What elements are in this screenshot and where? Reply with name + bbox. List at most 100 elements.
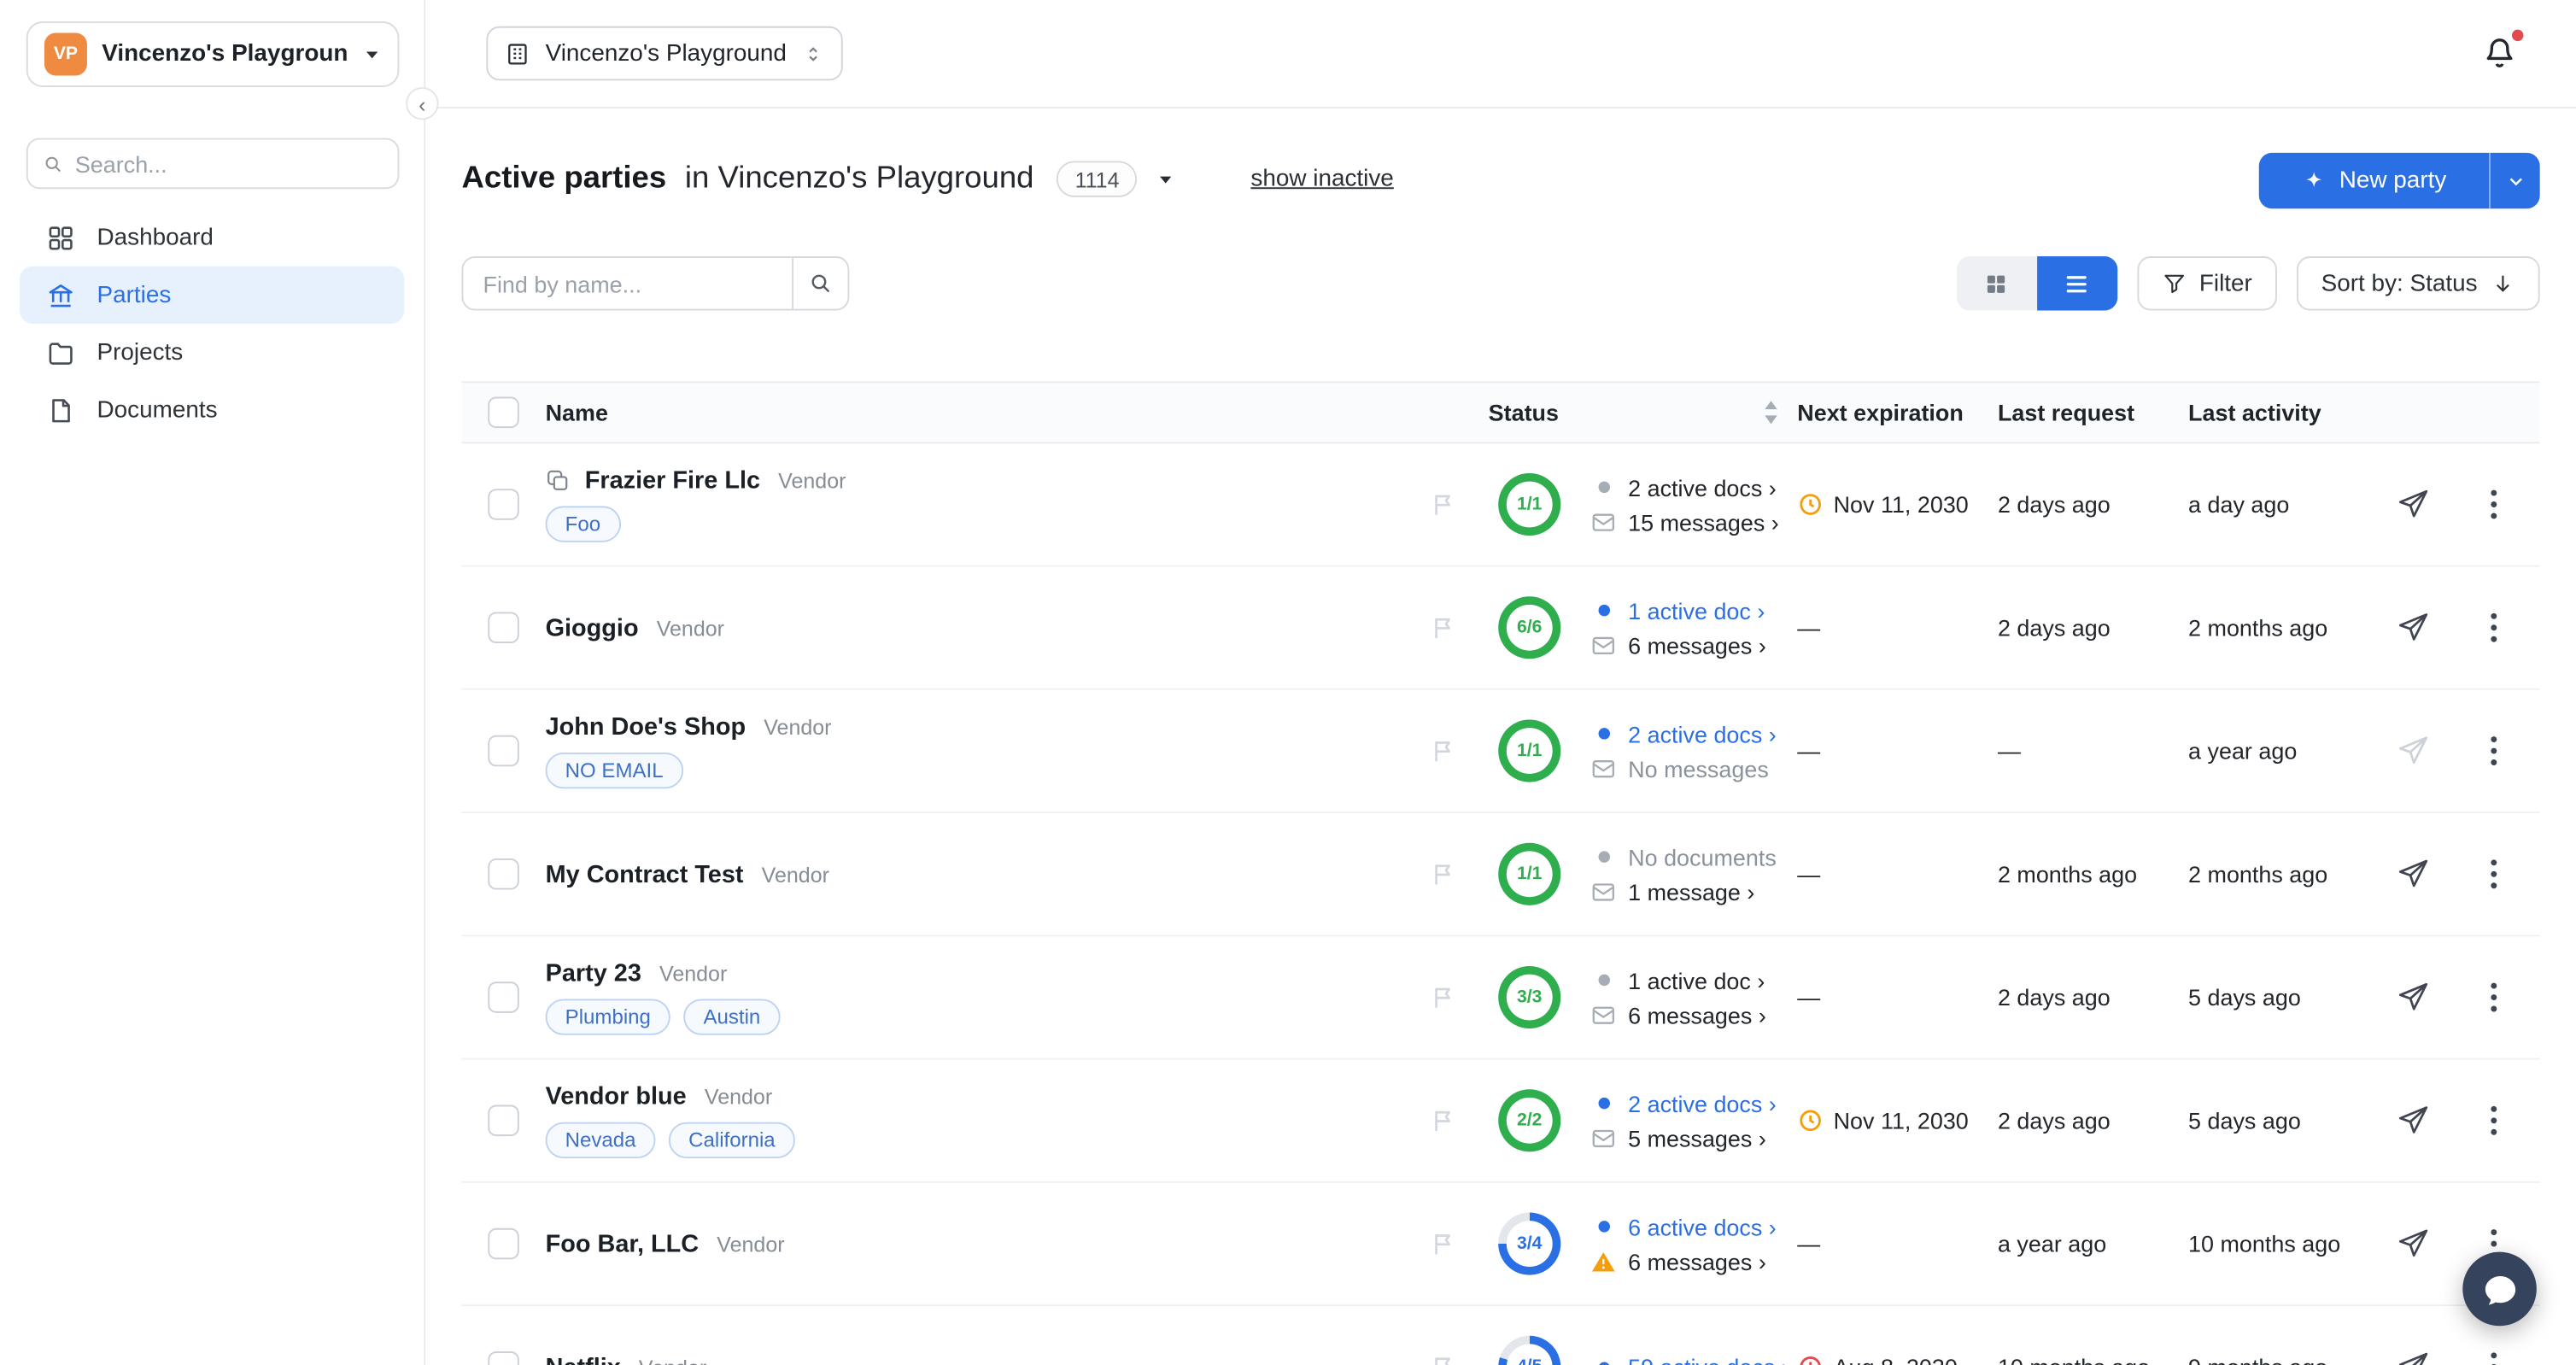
row-checkbox[interactable]: [488, 981, 519, 1013]
table-row[interactable]: John Doe's Shop Vendor NO EMAIL 1/1 2 ac…: [461, 689, 2540, 814]
sidebar-item-documents[interactable]: Documents: [20, 381, 404, 438]
flag-button[interactable]: [1429, 1353, 1457, 1365]
table-row[interactable]: Vendor blue Vendor Nevada California 2/2 …: [461, 1059, 2540, 1183]
active-docs-link[interactable]: No documents: [1590, 844, 1777, 870]
active-docs-link[interactable]: 2 active docs ›: [1590, 474, 1779, 501]
messages-link[interactable]: 15 messages ›: [1590, 508, 1779, 535]
party-name[interactable]: Vendor blue: [546, 1083, 687, 1111]
message-icon-wrap: [1590, 1001, 1617, 1028]
flag-button[interactable]: [1429, 490, 1457, 518]
filter-button[interactable]: Filter: [2136, 256, 2277, 311]
flag-button[interactable]: [1429, 737, 1457, 765]
send-button[interactable]: [2397, 612, 2429, 644]
party-name[interactable]: Frazier Fire Llc: [585, 466, 760, 495]
title-dropdown-caret[interactable]: [1157, 170, 1175, 188]
row-checkbox[interactable]: [488, 489, 519, 520]
row-menu-button[interactable]: [2482, 736, 2505, 766]
flag-button[interactable]: [1429, 1106, 1457, 1134]
table-row[interactable]: Frazier Fire Llc Vendor Foo 1/1 2 active…: [461, 443, 2540, 567]
row-menu-button[interactable]: [2482, 1105, 2505, 1135]
send-button[interactable]: [2397, 1104, 2429, 1137]
active-docs-link[interactable]: 2 active docs ›: [1590, 1090, 1777, 1116]
active-docs-label: 1 active doc ›: [1628, 597, 1765, 624]
select-all-checkbox[interactable]: [488, 396, 519, 429]
new-party-dropdown-button[interactable]: [2491, 153, 2540, 208]
next-expiration-cell: —: [1797, 738, 1820, 765]
send-button[interactable]: [2397, 981, 2429, 1013]
messages-link[interactable]: 6 messages ›: [1590, 1248, 1777, 1274]
find-search-button[interactable]: [792, 256, 850, 311]
status-sort-button[interactable]: [1763, 400, 1779, 425]
send-button[interactable]: [2397, 1227, 2429, 1260]
party-name[interactable]: My Contract Test: [546, 860, 744, 888]
sidebar-item-parties[interactable]: Parties: [20, 266, 405, 324]
party-tag: Nevada: [545, 1122, 656, 1159]
row-checkbox[interactable]: [488, 1351, 519, 1365]
active-docs-link[interactable]: 6 active docs ›: [1590, 1213, 1777, 1239]
grid-view-button[interactable]: [1956, 256, 2037, 311]
messages-link[interactable]: 6 messages ›: [1590, 632, 1766, 658]
sort-button[interactable]: Sort by: Status: [2296, 256, 2540, 311]
send-button[interactable]: [2397, 858, 2429, 890]
send-button[interactable]: [2397, 488, 2429, 520]
search-icon: [811, 274, 830, 293]
row-checkbox[interactable]: [488, 858, 519, 890]
send-button[interactable]: [2397, 735, 2429, 767]
page-title-context: in Vincenzo's Playground: [684, 161, 1034, 196]
messages-link[interactable]: 6 messages ›: [1590, 1001, 1766, 1028]
row-menu-button[interactable]: [2482, 612, 2505, 642]
notifications-bell-button[interactable]: [2480, 29, 2524, 73]
table-row[interactable]: My Contract Test Vendor 1/1 No documents…: [461, 813, 2540, 937]
new-party-button[interactable]: New party: [2258, 152, 2540, 209]
column-header-last-request[interactable]: Last request: [1998, 399, 2134, 425]
column-header-status[interactable]: Status: [1489, 399, 1559, 425]
party-name[interactable]: Netflix: [546, 1353, 621, 1365]
flag-button[interactable]: [1429, 860, 1457, 888]
row-checkbox[interactable]: [488, 1104, 519, 1137]
column-header-name[interactable]: Name: [546, 399, 608, 425]
row-menu-button[interactable]: [2482, 1352, 2505, 1365]
row-checkbox[interactable]: [488, 612, 519, 644]
column-header-last-activity[interactable]: Last activity: [2188, 399, 2321, 425]
row-checkbox[interactable]: [488, 735, 519, 767]
table-row[interactable]: Netflix Vendor 4/5 59 active docs › Aug …: [461, 1306, 2540, 1365]
messages-link[interactable]: No messages: [1590, 755, 1777, 782]
row-menu-button[interactable]: [2482, 982, 2505, 1012]
send-button[interactable]: [2397, 1350, 2429, 1365]
active-docs-link[interactable]: 1 active doc ›: [1590, 967, 1766, 993]
message-icon-wrap: [1590, 755, 1617, 782]
send-icon: [2398, 736, 2428, 765]
flag-button[interactable]: [1429, 983, 1457, 1011]
search-input[interactable]: [74, 149, 383, 177]
find-by-name-input[interactable]: [461, 256, 793, 311]
row-checkbox[interactable]: [488, 1227, 519, 1260]
row-menu-button[interactable]: [2482, 859, 2505, 889]
sidebar-collapse-button[interactable]: ‹: [406, 86, 439, 120]
workspace-switcher[interactable]: VP Vincenzo's Playground: [26, 21, 400, 87]
flag-button[interactable]: [1429, 1230, 1457, 1258]
sidebar-item-dashboard[interactable]: Dashboard: [20, 208, 404, 266]
messages-link[interactable]: 5 messages ›: [1590, 1125, 1777, 1151]
table-row[interactable]: Gioggio Vendor 6/6 1 active doc › 6 mess…: [461, 566, 2540, 690]
sidebar-item-projects[interactable]: Projects: [20, 324, 404, 381]
active-docs-link[interactable]: 1 active doc ›: [1590, 597, 1766, 624]
row-menu-button[interactable]: [2482, 489, 2505, 519]
active-docs-link[interactable]: 2 active docs ›: [1590, 720, 1777, 747]
table-row[interactable]: Foo Bar, LLC Vendor 3/4 6 active docs › …: [461, 1182, 2540, 1307]
chat-launcher-button[interactable]: [2462, 1251, 2537, 1327]
active-docs-link[interactable]: 59 active docs ›: [1590, 1354, 1789, 1365]
party-name[interactable]: John Doe's Shop: [546, 713, 746, 741]
table-row[interactable]: Party 23 Vendor Plumbing Austin 3/3 1 act…: [461, 936, 2540, 1060]
messages-link[interactable]: 1 message ›: [1590, 878, 1777, 905]
party-name[interactable]: Foo Bar, LLC: [546, 1230, 700, 1258]
column-header-next-expiration[interactable]: Next expiration: [1797, 399, 1964, 425]
sort-arrows-icon: [1765, 401, 1777, 425]
list-view-button[interactable]: [2036, 256, 2117, 311]
workspace-select[interactable]: Vincenzo's Playground: [486, 26, 843, 81]
party-tags: Foo: [545, 506, 846, 542]
messages-label: 6 messages ›: [1628, 1247, 1766, 1274]
flag-button[interactable]: [1429, 613, 1457, 641]
party-name[interactable]: Gioggio: [546, 613, 639, 641]
party-name[interactable]: Party 23: [546, 959, 641, 987]
show-inactive-link[interactable]: show inactive: [1250, 166, 1393, 192]
